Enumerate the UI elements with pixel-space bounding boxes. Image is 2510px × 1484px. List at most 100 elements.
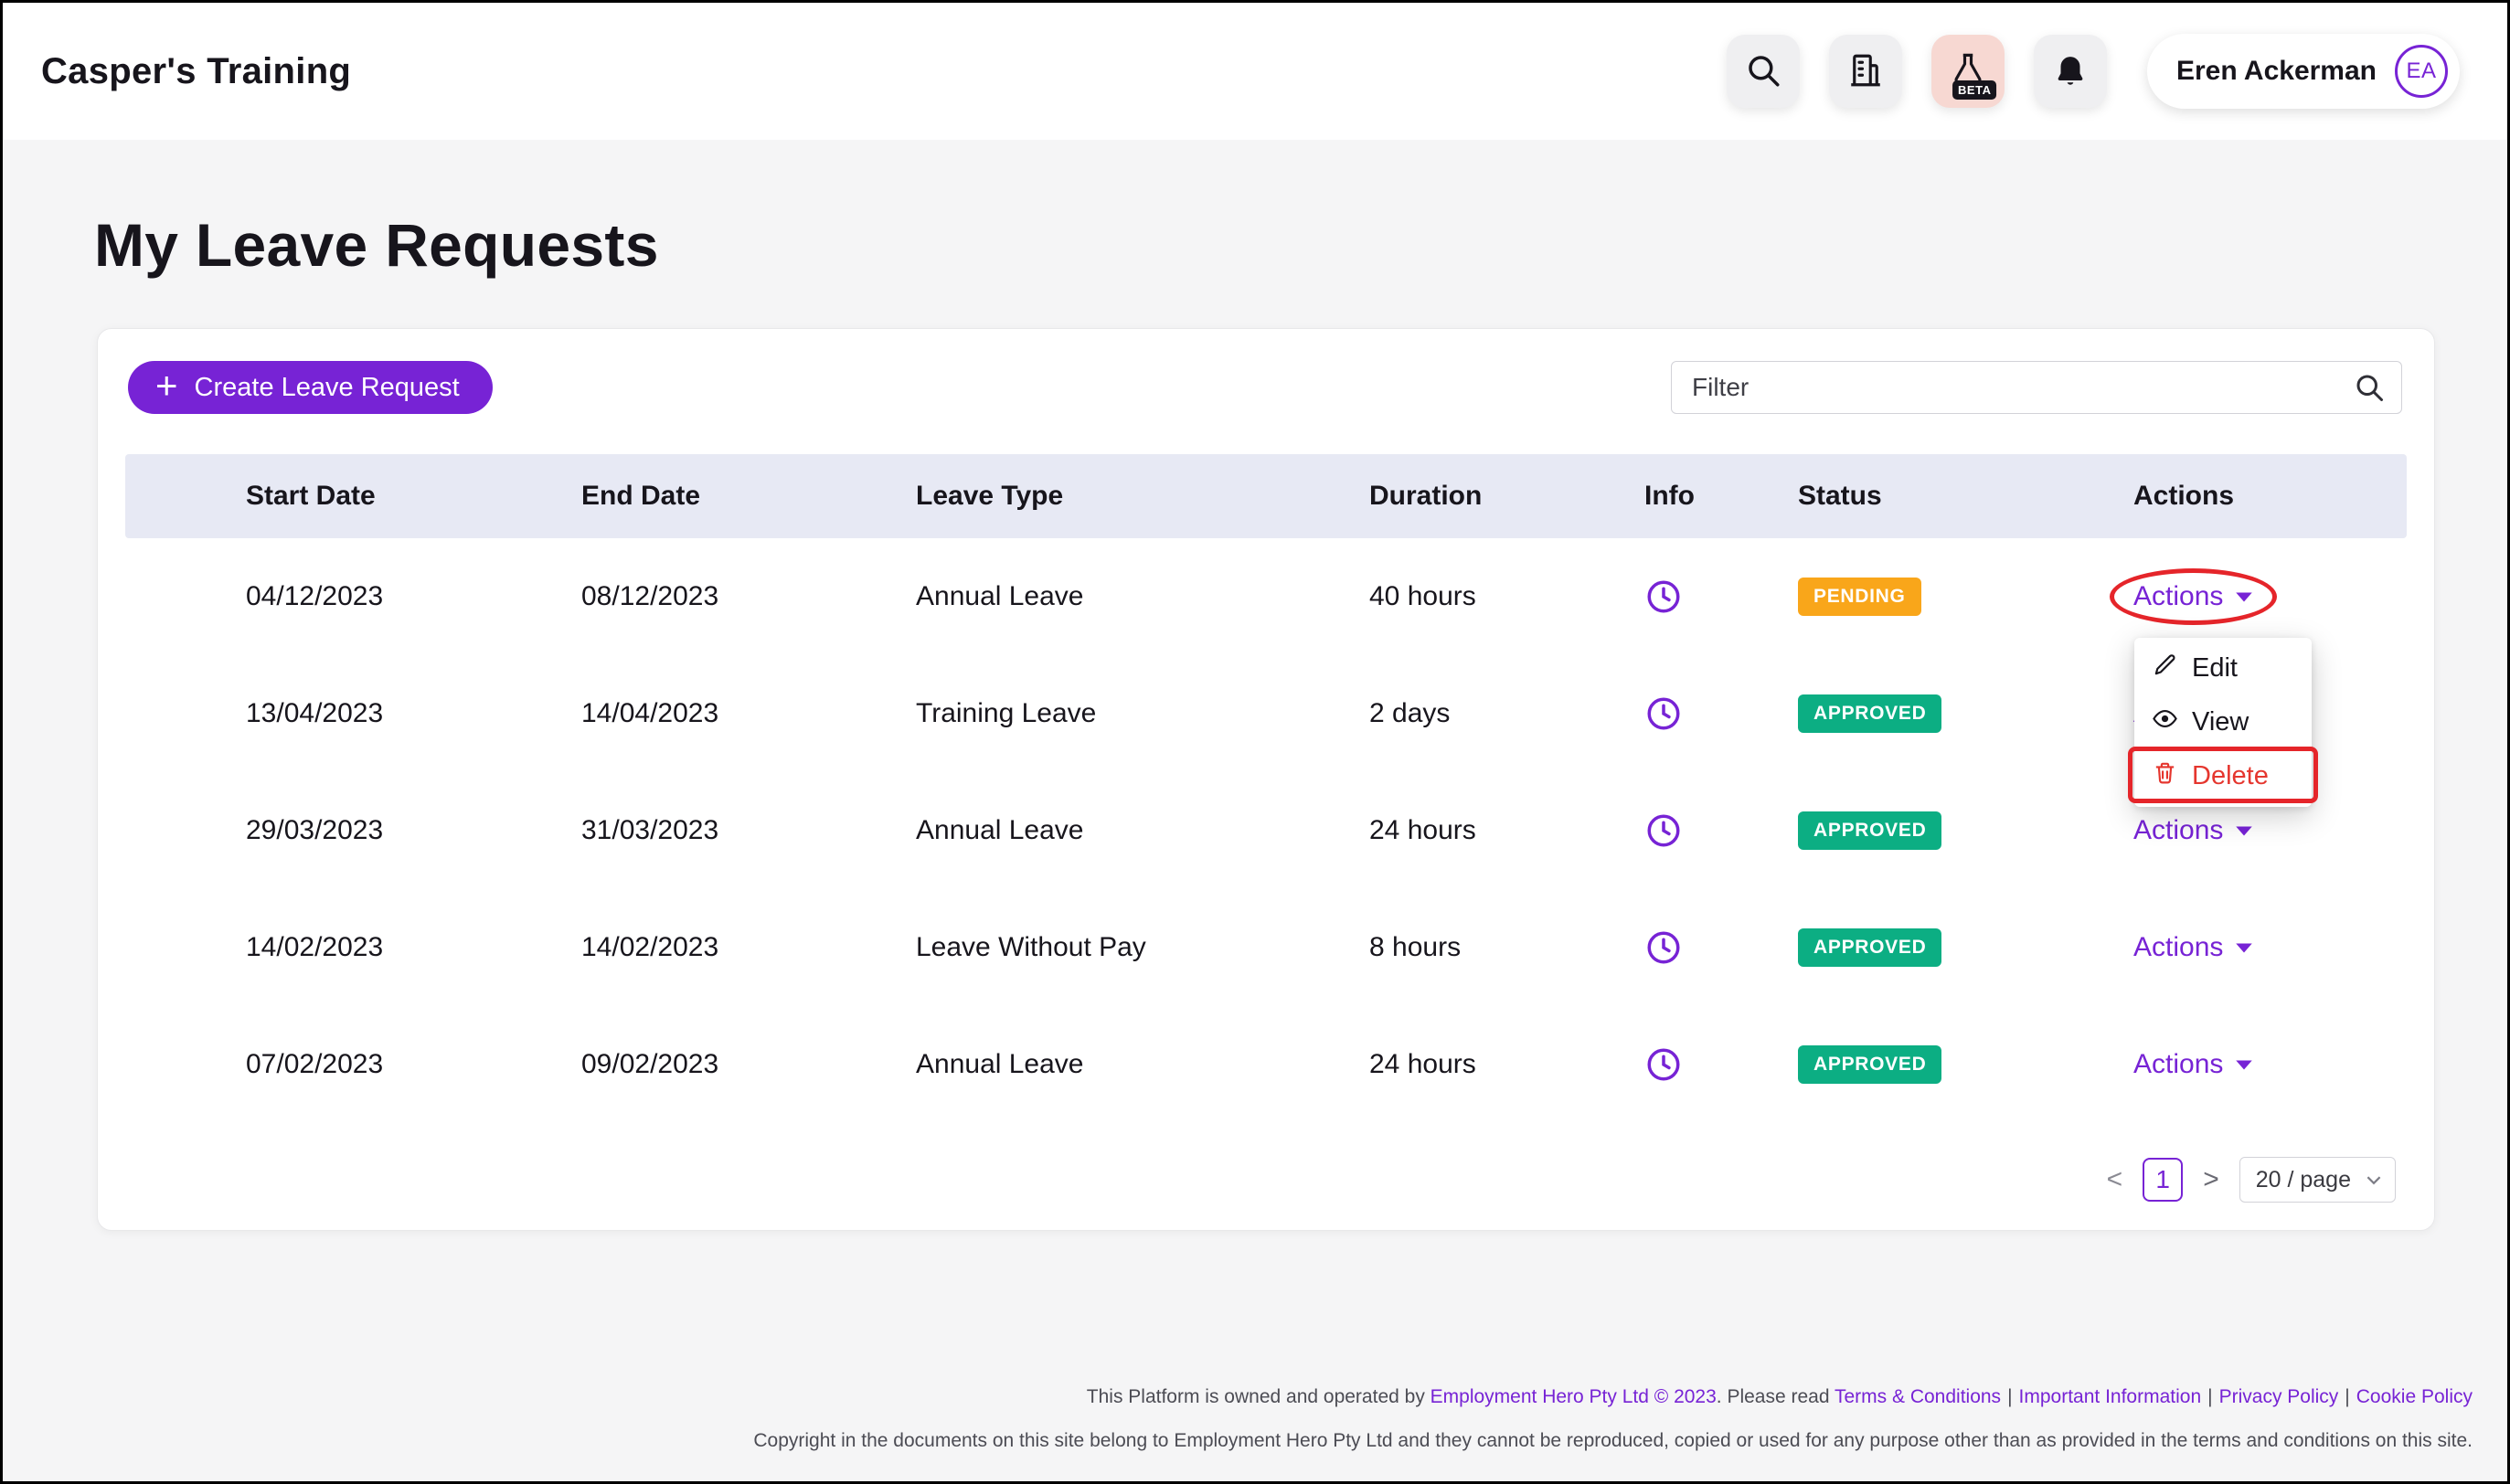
cell-start-date: 13/04/2023 — [125, 698, 581, 729]
table-row: 13/04/2023 14/04/2023 Training Leave 2 d… — [125, 655, 2407, 772]
cell-info — [1644, 811, 1798, 850]
cell-end-date: 08/12/2023 — [581, 581, 916, 612]
bell-icon — [2051, 51, 2090, 92]
pagination-page-1[interactable]: 1 — [2143, 1158, 2183, 1202]
footer-separator: | — [2007, 1386, 2012, 1407]
search-button[interactable] — [1727, 35, 1800, 108]
notifications-button[interactable] — [2034, 35, 2107, 108]
cell-start-date: 04/12/2023 — [125, 581, 581, 612]
cell-leave-type: Annual Leave — [916, 1049, 1369, 1080]
filter-input[interactable] — [1671, 361, 2402, 414]
beta-features-button[interactable]: BETA — [1931, 35, 2005, 108]
actions-dropdown-menu: Edit View D — [2134, 638, 2312, 807]
actions-dropdown-trigger[interactable]: Actions — [2133, 932, 2253, 963]
menu-item-view-label: View — [2192, 707, 2249, 737]
cell-duration: 24 hours — [1369, 815, 1644, 846]
cell-actions: Actions — [2133, 1049, 2407, 1080]
cell-actions: Actions — [2133, 815, 2407, 846]
status-badge: PENDING — [1798, 578, 1921, 616]
menu-item-view[interactable]: View — [2134, 695, 2312, 749]
table-header-row: Start Date End Date Leave Type Duration … — [125, 454, 2407, 538]
chevron-down-icon — [2235, 591, 2253, 603]
cell-info — [1644, 578, 1798, 616]
footer-link-cookie-policy[interactable]: Cookie Policy — [2356, 1386, 2473, 1407]
actions-label: Actions — [2133, 1049, 2223, 1080]
table-row: 04/12/2023 08/12/2023 Annual Leave 40 ho… — [125, 538, 2407, 655]
search-icon — [1744, 51, 1782, 92]
clock-info-icon[interactable] — [1644, 928, 1683, 967]
plus-icon: + — [155, 366, 178, 405]
footer-link-privacy-policy[interactable]: Privacy Policy — [2219, 1386, 2339, 1407]
chevron-down-icon — [2235, 942, 2253, 954]
column-header-end-date: End Date — [581, 481, 916, 512]
menu-item-edit[interactable]: Edit — [2134, 641, 2312, 695]
leave-requests-table: Start Date End Date Leave Type Duration … — [125, 454, 2407, 1123]
cell-start-date: 14/02/2023 — [125, 932, 581, 963]
create-leave-request-button[interactable]: + Create Leave Request — [128, 361, 493, 414]
card-toolbar: + Create Leave Request — [98, 329, 2434, 414]
pagination-next-button[interactable]: > — [2203, 1166, 2219, 1193]
cell-end-date: 14/02/2023 — [581, 932, 916, 963]
actions-label: Actions — [2133, 932, 2223, 963]
cell-status: PENDING — [1798, 578, 2133, 616]
cell-duration: 2 days — [1369, 698, 1644, 729]
pencil-icon — [2152, 652, 2178, 685]
footer-link-terms[interactable]: Terms & Conditions — [1835, 1386, 2001, 1407]
main-content: My Leave Requests + Create Leave Request — [3, 140, 2507, 1231]
building-icon — [1846, 51, 1885, 92]
avatar: EA — [2395, 45, 2448, 98]
column-header-leave-type: Leave Type — [916, 481, 1369, 512]
cell-end-date: 31/03/2023 — [581, 815, 916, 846]
filter-wrap — [1671, 361, 2402, 414]
menu-item-edit-label: Edit — [2192, 653, 2238, 684]
footer-separator: | — [2207, 1386, 2212, 1407]
column-header-status: Status — [1798, 481, 2133, 512]
footer-text: . Please read — [1717, 1386, 1835, 1407]
chevron-down-icon — [2366, 1175, 2382, 1185]
header-actions: BETA Eren Ackerman EA — [1727, 34, 2460, 109]
page-size-value: 20 / page — [2256, 1167, 2351, 1193]
actions-dropdown-trigger[interactable]: Actions — [2133, 815, 2253, 846]
pagination-prev-button[interactable]: < — [2107, 1166, 2123, 1193]
cell-duration: 8 hours — [1369, 932, 1644, 963]
actions-dropdown-trigger[interactable]: Actions — [2133, 581, 2253, 612]
pagination: < 1 > 20 / page — [2107, 1157, 2396, 1203]
cell-duration: 24 hours — [1369, 1049, 1644, 1080]
footer-link-important-information[interactable]: Important Information — [2019, 1386, 2202, 1407]
footer-link-company[interactable]: Employment Hero Pty Ltd © 2023 — [1430, 1386, 1717, 1407]
footer-line1: This Platform is owned and operated by E… — [753, 1386, 2473, 1408]
eye-icon — [2152, 705, 2178, 739]
actions-dropdown-trigger[interactable]: Actions — [2133, 1049, 2253, 1080]
organisation-button[interactable] — [1829, 35, 1902, 108]
chevron-down-icon — [2235, 1059, 2253, 1071]
table-row: 29/03/2023 31/03/2023 Annual Leave 24 ho… — [125, 772, 2407, 889]
status-badge: APPROVED — [1798, 811, 1941, 850]
user-menu[interactable]: Eren Ackerman EA — [2147, 34, 2460, 109]
cell-status: APPROVED — [1798, 1045, 2133, 1084]
menu-item-delete-label: Delete — [2192, 761, 2269, 791]
cell-status: APPROVED — [1798, 694, 2133, 733]
clock-info-icon[interactable] — [1644, 1045, 1683, 1084]
column-header-start-date: Start Date — [125, 481, 581, 512]
page-size-select[interactable]: 20 / page — [2239, 1157, 2396, 1203]
footer: This Platform is owned and operated by E… — [753, 1386, 2473, 1452]
leave-requests-card: + Create Leave Request Start Date End Da… — [97, 328, 2435, 1231]
clock-info-icon[interactable] — [1644, 811, 1683, 850]
cell-start-date: 07/02/2023 — [125, 1049, 581, 1080]
cell-status: APPROVED — [1798, 811, 2133, 850]
cell-actions: Actions — [2133, 932, 2407, 963]
create-leave-request-label: Create Leave Request — [195, 373, 460, 403]
footer-separator: | — [2345, 1386, 2349, 1407]
cell-actions: Actions — [2133, 581, 2407, 612]
cell-leave-type: Annual Leave — [916, 815, 1369, 846]
cell-info — [1644, 694, 1798, 733]
menu-item-delete[interactable]: Delete — [2134, 749, 2312, 803]
cell-leave-type: Leave Without Pay — [916, 932, 1369, 963]
chevron-down-icon — [2235, 825, 2253, 837]
clock-info-icon[interactable] — [1644, 578, 1683, 616]
user-name: Eren Ackerman — [2176, 56, 2377, 87]
actions-label: Actions — [2133, 815, 2223, 846]
top-header: Casper's Training — [3, 3, 2507, 140]
clock-info-icon[interactable] — [1644, 694, 1683, 733]
cell-status: APPROVED — [1798, 928, 2133, 967]
